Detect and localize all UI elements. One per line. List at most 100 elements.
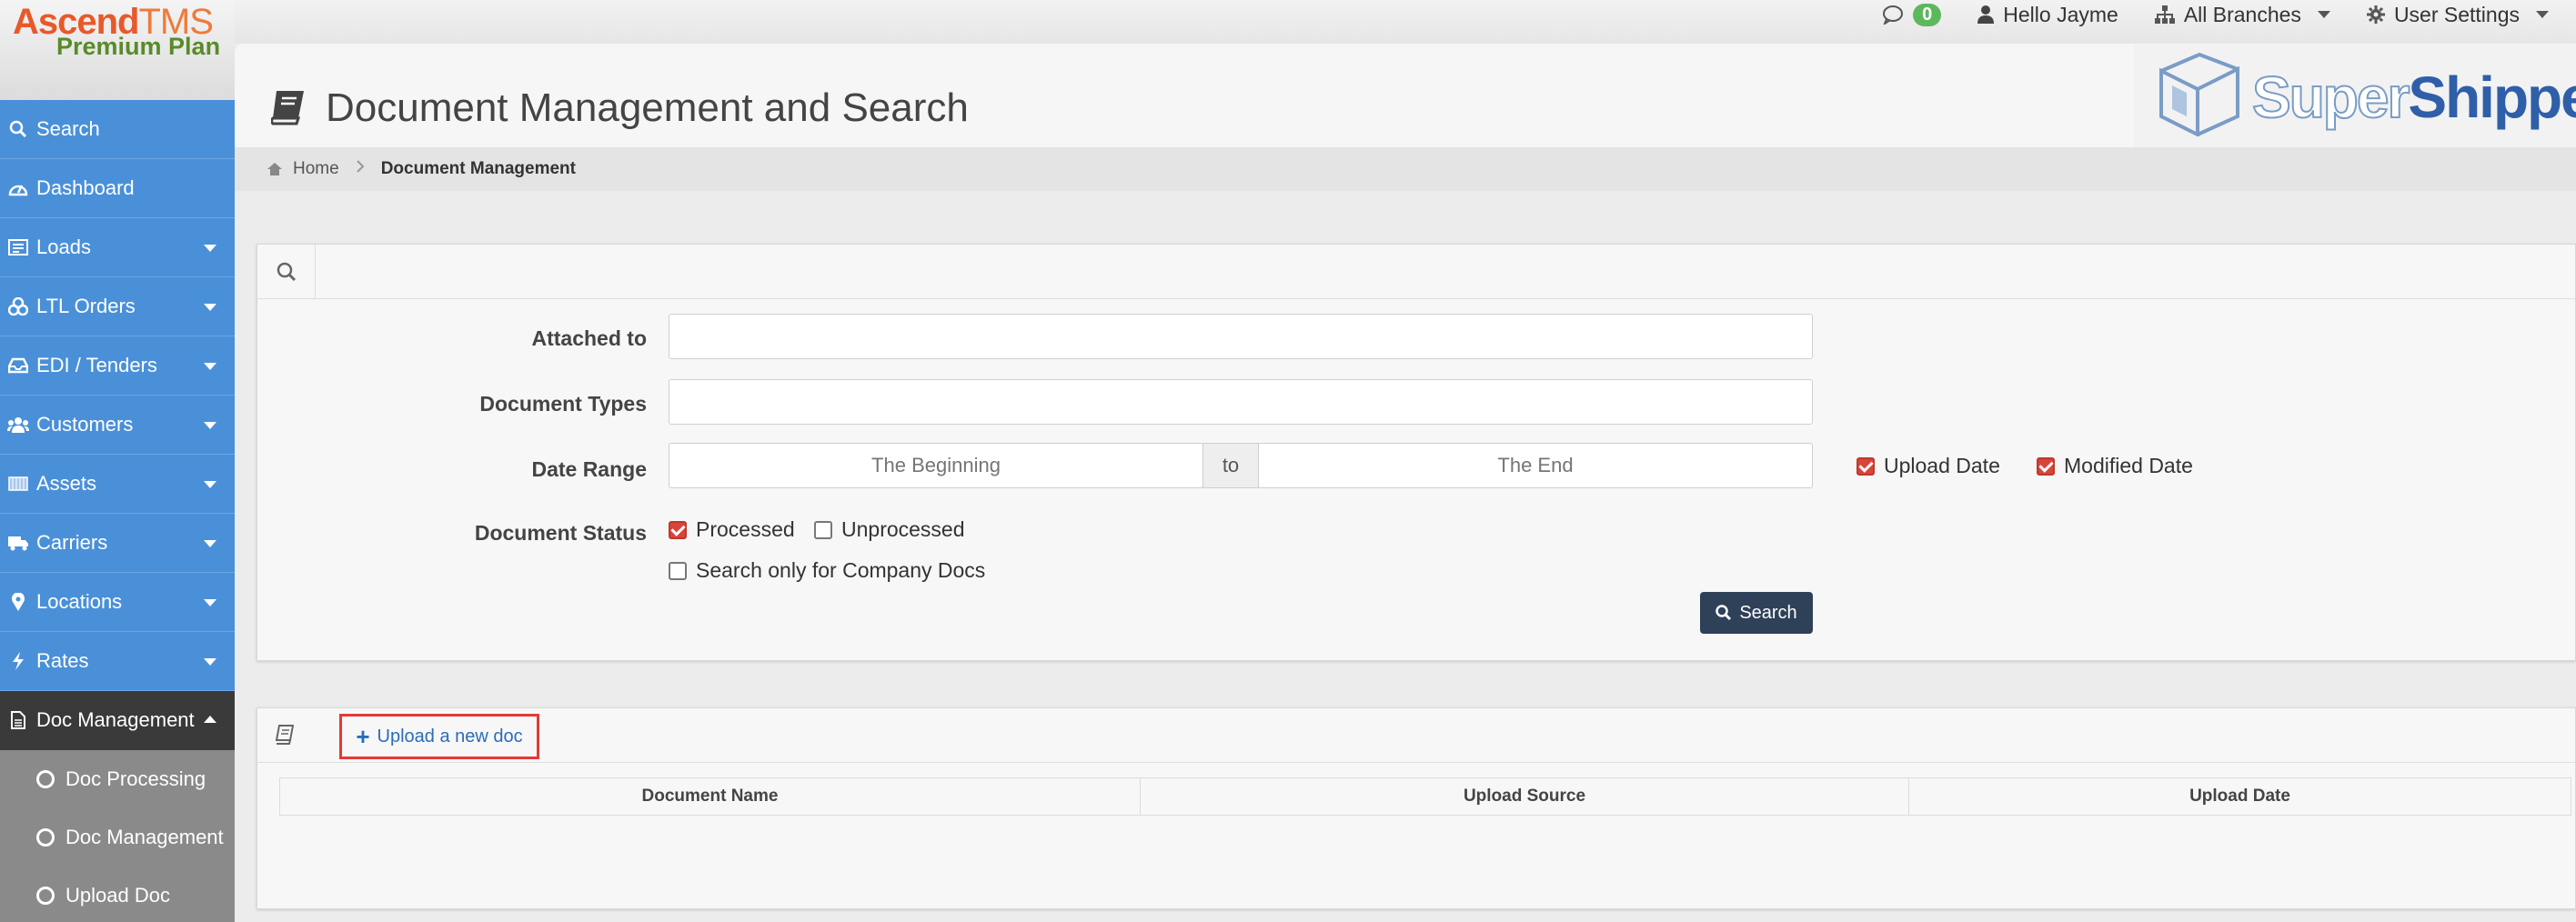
chevron-down-icon <box>204 599 216 606</box>
date-from-input[interactable] <box>669 443 1203 488</box>
messages-button[interactable]: 0 <box>1882 3 1942 26</box>
messages-count-badge: 0 <box>1913 3 1942 26</box>
chevron-down-icon <box>204 245 216 252</box>
dashboard-icon <box>5 180 31 196</box>
checkbox-checked[interactable] <box>669 520 687 539</box>
chevron-down-icon <box>204 304 216 311</box>
checkbox-checked[interactable] <box>1857 456 1875 476</box>
date-to-input[interactable] <box>1258 443 1813 488</box>
breadcrumb-home-link[interactable]: Home <box>293 159 339 179</box>
chevron-down-icon <box>2536 11 2549 18</box>
branches-label: All Branches <box>2183 2 2301 26</box>
users-icon <box>5 416 31 433</box>
column-header-document-name[interactable]: Document Name <box>280 778 1141 815</box>
user-settings-label: User Settings <box>2393 2 2520 26</box>
sidebar-subitem-upload-doc[interactable]: Upload Doc <box>0 867 235 922</box>
logo-shipper-text: Shipper <box>2408 65 2576 130</box>
chevron-right-icon <box>356 159 365 179</box>
sidebar-item-label: Doc Management <box>36 708 195 731</box>
brand-logo[interactable]: AscendTMS Premium Plan <box>0 0 235 100</box>
modified-date-checkbox[interactable]: Modified Date <box>2037 454 2193 478</box>
sidebar-item-label: Customers <box>36 413 134 436</box>
attached-to-input[interactable] <box>669 314 1813 359</box>
top-bar: 0 Hello Jayme All Branches User Settings <box>0 0 2576 44</box>
processed-label: Processed <box>696 517 795 541</box>
upload-date-label: Upload Date <box>1884 454 2000 477</box>
sidebar-item-label: Carriers <box>36 531 108 554</box>
truck-icon <box>5 535 31 551</box>
bolt-icon <box>5 652 31 670</box>
document-types-input[interactable] <box>669 379 1813 425</box>
search-panel-header <box>257 245 2575 299</box>
breadcrumb-current: Document Management <box>380 159 576 178</box>
upload-new-doc-label: Upload a new doc <box>377 726 523 747</box>
attached-to-label: Attached to <box>531 326 648 350</box>
modified-date-label: Modified Date <box>2064 454 2193 477</box>
map-marker-icon <box>5 593 31 611</box>
brand-plan: Premium Plan <box>56 33 221 60</box>
book-icon <box>276 725 294 745</box>
sidebar-item-label: Loads <box>36 236 91 258</box>
sidebar-item-rates[interactable]: Rates <box>0 632 235 691</box>
upload-new-doc-link[interactable]: + Upload a new doc <box>339 714 539 759</box>
supershipper-logo: SuperShipper <box>2134 44 2576 147</box>
sidebar-item-loads[interactable]: Loads <box>0 218 235 277</box>
sidebar-item-locations[interactable]: Locations <box>0 573 235 632</box>
date-range-label: Date Range <box>531 457 647 481</box>
sidebar-item-edi-tenders[interactable]: EDI / Tenders <box>0 336 235 396</box>
circle-icon <box>36 770 55 788</box>
sidebar-item-label: Rates <box>36 649 89 672</box>
sidebar-item-ltl-orders[interactable]: LTL Orders <box>0 277 235 336</box>
branches-dropdown[interactable]: All Branches <box>2154 2 2330 27</box>
user-settings-dropdown[interactable]: User Settings <box>2366 2 2549 27</box>
chevron-down-icon <box>2317 11 2330 18</box>
sidebar-item-search[interactable]: Search <box>0 100 235 159</box>
documents-table-header: Document Name Upload Source Upload Date <box>279 777 2571 816</box>
user-icon <box>1977 5 1995 24</box>
unprocessed-checkbox[interactable]: Unprocessed <box>814 517 965 542</box>
search-icon <box>5 120 31 138</box>
book-icon <box>270 89 306 125</box>
chevron-down-icon <box>204 481 216 488</box>
column-header-upload-source[interactable]: Upload Source <box>1141 778 1909 815</box>
chevron-down-icon <box>204 363 216 370</box>
chevron-down-icon <box>204 658 216 666</box>
sidebar-item-customers[interactable]: Customers <box>0 396 235 455</box>
chevron-down-icon <box>204 422 216 429</box>
document-icon <box>5 711 31 729</box>
documents-panel-header: + Upload a new doc <box>257 708 2575 763</box>
breadcrumb: Home Document Management <box>235 147 2576 191</box>
sidebar-item-label: Locations <box>36 590 123 613</box>
checkbox-unchecked[interactable] <box>669 561 687 580</box>
sidebar-item-label: EDI / Tenders <box>36 354 157 376</box>
company-docs-checkbox[interactable]: Search only for Company Docs <box>669 558 985 583</box>
document-types-label: Document Types <box>479 392 647 416</box>
search-icon <box>1716 605 1732 621</box>
sidebar-item-label: Search <box>36 117 100 140</box>
checkbox-unchecked[interactable] <box>814 520 832 539</box>
sidebar-item-carriers[interactable]: Carriers <box>0 514 235 573</box>
company-docs-label: Search only for Company Docs <box>696 558 986 582</box>
chevron-down-icon <box>204 540 216 547</box>
home-icon <box>267 163 282 175</box>
sidebar-item-label: LTL Orders <box>36 295 136 317</box>
upload-date-checkbox[interactable]: Upload Date <box>1857 454 2000 478</box>
sidebar-item-dashboard[interactable]: Dashboard <box>0 159 235 218</box>
search-button[interactable]: Search <box>1700 592 1813 634</box>
sidebar-subitem-doc-management[interactable]: Doc Management <box>0 808 235 867</box>
plus-icon: + <box>356 722 370 750</box>
processed-checkbox[interactable]: Processed <box>669 517 795 542</box>
sidebar-item-doc-management[interactable]: Doc Management <box>0 691 235 750</box>
greeting-text: Hello Jayme <box>2003 2 2118 26</box>
sidebar-item-assets[interactable]: Assets <box>0 455 235 514</box>
circle-icon <box>36 887 55 905</box>
user-greeting[interactable]: Hello Jayme <box>1977 3 2118 27</box>
column-header-upload-date[interactable]: Upload Date <box>1909 778 2571 815</box>
sidebar-subitem-label: Doc Management <box>65 826 224 848</box>
checkbox-checked[interactable] <box>2037 456 2055 476</box>
sidebar-item-label: Assets <box>36 472 97 495</box>
supershipper-text: SuperShipper <box>2251 64 2576 131</box>
inbox-icon <box>5 357 31 374</box>
date-range-to: to <box>1202 443 1259 488</box>
sidebar-subitem-doc-processing[interactable]: Doc Processing <box>0 750 235 808</box>
